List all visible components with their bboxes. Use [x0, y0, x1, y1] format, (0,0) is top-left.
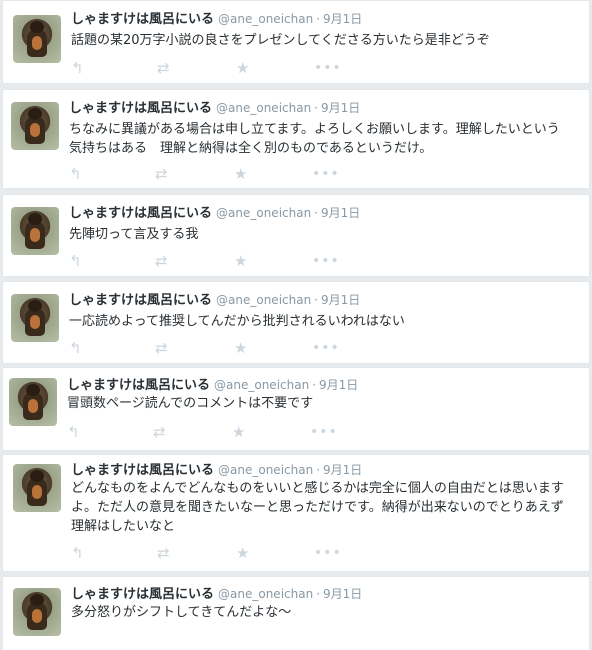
star-icon[interactable]: ★	[236, 60, 249, 76]
display-name[interactable]: しゃますけは風呂にいる	[67, 378, 210, 393]
star-icon[interactable]: ★	[236, 545, 249, 561]
retweet-icon[interactable]: ⇄	[155, 340, 168, 356]
timestamp[interactable]: 9月1日	[323, 587, 362, 601]
separator: ·	[316, 587, 321, 601]
username[interactable]: @ane_oneichan	[216, 206, 311, 220]
tweet-text: 先陣切って言及する我	[69, 227, 199, 242]
timestamp[interactable]: 9月1日	[321, 101, 360, 115]
more-icon[interactable]: •••	[312, 340, 340, 356]
display-name[interactable]: しゃますけは風呂にいる	[69, 206, 212, 221]
timestamp[interactable]: 9月1日	[323, 12, 362, 26]
avatar[interactable]	[11, 207, 59, 255]
separator: ·	[314, 101, 319, 115]
tweet[interactable]: しゃますけは風呂にいる @ane_oneichan · 9月1日 冒頭数ページ読んでの…	[2, 367, 590, 451]
reply-icon[interactable]: ↰	[71, 545, 84, 561]
tweet[interactable]: しゃますけは風呂にいる @ane_oneichan · 9月1日 一応読めよって推奨し…	[2, 281, 590, 364]
tweet[interactable]: しゃますけは風呂にいる @ane_oneichan · 9月1日 先陣切って言及する我…	[2, 194, 590, 277]
avatar[interactable]	[9, 378, 57, 426]
separator: ·	[316, 463, 321, 477]
timestamp[interactable]: 9月1日	[321, 293, 360, 307]
username[interactable]: @ane_oneichan	[216, 101, 311, 115]
tweet[interactable]: しゃますけは風呂にいる @ane_oneichan · 9月1日 どんなものをよんでど…	[2, 454, 590, 572]
display-name[interactable]: しゃますけは風呂にいる	[71, 587, 214, 602]
separator: ·	[314, 293, 319, 307]
tweet[interactable]: しゃますけは風呂にいる @ane_oneichan · 9月1日 ちなみに異議がある場…	[2, 89, 590, 189]
avatar[interactable]	[13, 588, 61, 636]
retweet-icon[interactable]: ⇄	[155, 166, 168, 182]
more-icon[interactable]: •••	[310, 424, 338, 440]
avatar[interactable]	[11, 294, 59, 342]
separator: ·	[316, 12, 321, 26]
username[interactable]: @ane_oneichan	[218, 587, 313, 601]
tweet-header: しゃますけは風呂にいる @ane_oneichan · 9月1日	[71, 10, 362, 29]
username[interactable]: @ane_oneichan	[218, 463, 313, 477]
tweet-header: しゃますけは風呂にいる @ane_oneichan · 9月1日	[69, 99, 360, 118]
reply-icon[interactable]: ↰	[69, 340, 82, 356]
star-icon[interactable]: ★	[232, 424, 245, 440]
timestamp[interactable]: 9月1日	[323, 463, 362, 477]
tweet-text: どんなものをよんでどんなものをいいと感じるかは完全に個人の自由だとは思いますよ。…	[71, 481, 564, 534]
display-name[interactable]: しゃますけは風呂にいる	[69, 293, 212, 308]
avatar[interactable]	[13, 464, 61, 512]
display-name[interactable]: しゃますけは風呂にいる	[71, 12, 214, 27]
username[interactable]: @ane_oneichan	[216, 293, 311, 307]
more-icon[interactable]: •••	[312, 166, 340, 182]
tweet[interactable]: しゃますけは風呂にいる @ane_oneichan · 9月1日 多分怒りがシフトして…	[2, 576, 590, 650]
tweet-header: しゃますけは風呂にいる @ane_oneichan · 9月1日	[69, 204, 360, 223]
tweet-text: 冒頭数ページ読んでのコメントは不要です	[67, 396, 314, 411]
more-icon[interactable]: •••	[314, 60, 342, 76]
tweet-text: 話題の某20万字小説の良さをプレゼンしてくださる方いたら是非どうぞ	[71, 33, 490, 48]
timestamp[interactable]: 9月1日	[321, 206, 360, 220]
timestamp[interactable]: 9月1日	[319, 378, 358, 392]
tweet[interactable]: しゃますけは風呂にいる @ane_oneichan · 9月1日 話題の某20万字小説…	[2, 0, 590, 84]
tweet-header: しゃますけは風呂にいる @ane_oneichan · 9月1日	[71, 585, 362, 604]
retweet-icon[interactable]: ⇄	[155, 253, 168, 269]
reply-icon[interactable]: ↰	[69, 166, 82, 182]
more-icon[interactable]: •••	[312, 253, 340, 269]
star-icon[interactable]: ★	[234, 253, 247, 269]
tweet-header: しゃますけは風呂にいる @ane_oneichan · 9月1日	[67, 376, 358, 395]
reply-icon[interactable]: ↰	[69, 253, 82, 269]
tweet-header: しゃますけは風呂にいる @ane_oneichan · 9月1日	[69, 291, 360, 310]
display-name[interactable]: しゃますけは風呂にいる	[69, 101, 212, 116]
display-name[interactable]: しゃますけは風呂にいる	[71, 463, 214, 478]
reply-icon[interactable]: ↰	[67, 424, 80, 440]
tweet-text: ちなみに異議がある場合は申し立てます。よろしくお願いします。理解したいという気持…	[69, 122, 560, 156]
tweet-text: 一応読めよって推奨してんだから批判されるいわれはない	[69, 314, 405, 329]
separator: ·	[314, 206, 319, 220]
username[interactable]: @ane_oneichan	[218, 12, 313, 26]
tweet-text: 多分怒りがシフトしてきてんだよな〜	[71, 605, 292, 620]
retweet-icon[interactable]: ⇄	[157, 60, 170, 76]
avatar[interactable]	[11, 102, 59, 150]
star-icon[interactable]: ★	[234, 166, 247, 182]
separator: ·	[312, 378, 317, 392]
avatar[interactable]	[13, 15, 61, 63]
username[interactable]: @ane_oneichan	[214, 378, 309, 392]
tweet-header: しゃますけは風呂にいる @ane_oneichan · 9月1日	[71, 461, 362, 480]
more-icon[interactable]: •••	[314, 545, 342, 561]
reply-icon[interactable]: ↰	[71, 60, 84, 76]
star-icon[interactable]: ★	[234, 340, 247, 356]
retweet-icon[interactable]: ⇄	[157, 545, 170, 561]
retweet-icon[interactable]: ⇄	[153, 424, 166, 440]
